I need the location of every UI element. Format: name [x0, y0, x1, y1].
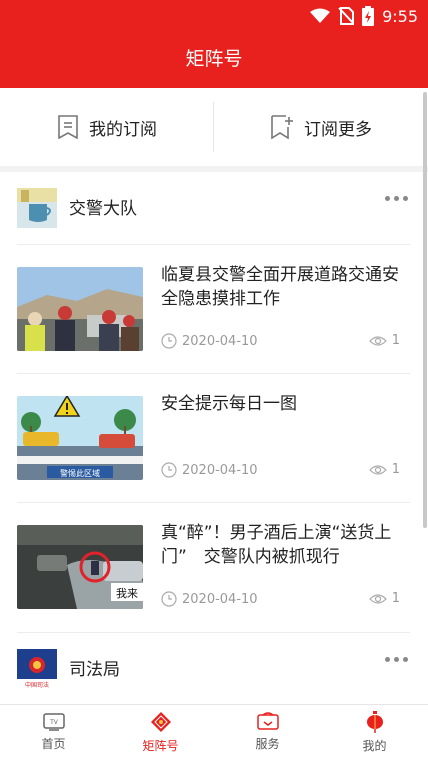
nav-mine[interactable]: 我的 [321, 705, 428, 761]
nav-service-label: 服务 [255, 737, 280, 751]
article-views-count: 1 [391, 333, 400, 348]
channel-name: 交警大队 [69, 199, 137, 219]
header-bar: 9:55 矩阵号 [0, 0, 428, 88]
article-date-text: 2020-04-10 [182, 591, 258, 607]
status-bar: 9:55 [310, 5, 418, 27]
article-item-2[interactable]: 警惕此区域 安全提示每日一图 2020-04-10 1 [0, 374, 428, 502]
article-views-count: 1 [391, 462, 400, 477]
more-subscriptions-button[interactable]: 订阅更多 [214, 88, 428, 166]
article-date: 2020-04-10 [161, 591, 258, 607]
article-date: 2020-04-10 [161, 333, 258, 349]
eye-icon [368, 464, 387, 475]
lantern-icon [366, 711, 383, 733]
divider [213, 102, 214, 152]
article-views: 1 [368, 462, 400, 477]
nav-matrix[interactable]: 矩阵号 [107, 705, 214, 761]
article-date: 2020-04-10 [161, 462, 258, 478]
service-icon [256, 712, 279, 730]
nav-mine-label: 我的 [362, 739, 387, 753]
article-views-count: 1 [391, 591, 400, 606]
nav-matrix-label: 矩阵号 [142, 739, 179, 753]
more-options-icon[interactable] [385, 196, 408, 201]
more-subscriptions-label: 订阅更多 [304, 119, 372, 140]
clock-icon [161, 591, 177, 607]
wifi-icon [310, 8, 331, 23]
tv-icon: TV [42, 713, 65, 731]
bookmark-add-icon [271, 115, 293, 139]
clock-icon [161, 462, 177, 478]
nav-home-label: 首页 [41, 737, 66, 751]
scrollbar[interactable] [423, 92, 427, 528]
article-thumbnail: 我来 [17, 525, 143, 609]
page-title: 矩阵号 [185, 48, 243, 70]
no-sim-icon [338, 7, 355, 25]
channel-header-justice-bureau[interactable]: 中国司法 司法局 [0, 633, 428, 705]
article-views: 1 [368, 591, 400, 606]
channel-avatar: 中国司法 [17, 649, 57, 689]
nav-home[interactable]: TV 首页 [0, 705, 107, 761]
eye-icon [368, 593, 387, 604]
matrix-icon [150, 712, 171, 732]
clock-icon [161, 333, 177, 349]
bottom-navigation: TV 首页 矩阵号 服务 我的 [0, 704, 428, 761]
article-title: 安全提示每日一图 [161, 394, 297, 414]
thumbnail-caption: 警惕此区域 [60, 468, 100, 478]
subscription-bar: 我的订阅 订阅更多 [0, 88, 428, 166]
my-subscriptions-label: 我的订阅 [89, 119, 157, 140]
channel-header-traffic-police[interactable]: 交警大队 [0, 172, 428, 244]
article-item-3[interactable]: 我来 真“醉”！男子酒后上演“送货上门” 交警队内被抓现行 2020-04-10… [0, 503, 428, 631]
article-thumbnail [17, 267, 143, 351]
article-title: 临夏县交警全面开展道路交通安全隐患摸排工作 [161, 265, 399, 309]
article-date-text: 2020-04-10 [182, 462, 258, 478]
bookmark-list-icon [58, 115, 78, 139]
status-time: 9:55 [382, 6, 418, 26]
battery-icon [362, 6, 375, 26]
eye-icon [368, 335, 387, 346]
thumbnail-caption: 我来 [116, 587, 138, 600]
article-thumbnail: 警惕此区域 [17, 396, 143, 480]
my-subscriptions-button[interactable]: 我的订阅 [0, 88, 214, 166]
article-item-1[interactable]: 临夏县交警全面开展道路交通安全隐患摸排工作 2020-04-10 1 [0, 245, 428, 373]
nav-service[interactable]: 服务 [214, 705, 321, 761]
article-date-text: 2020-04-10 [182, 333, 258, 349]
avatar-caption: 中国司法 [25, 681, 49, 689]
article-title: 真“醉”！男子酒后上演“送货上门” 交警队内被抓现行 [161, 523, 392, 567]
channel-avatar [17, 188, 57, 228]
article-views: 1 [368, 333, 400, 348]
svg-text:TV: TV [49, 719, 59, 726]
more-options-icon[interactable] [385, 657, 408, 662]
channel-name: 司法局 [69, 660, 120, 680]
